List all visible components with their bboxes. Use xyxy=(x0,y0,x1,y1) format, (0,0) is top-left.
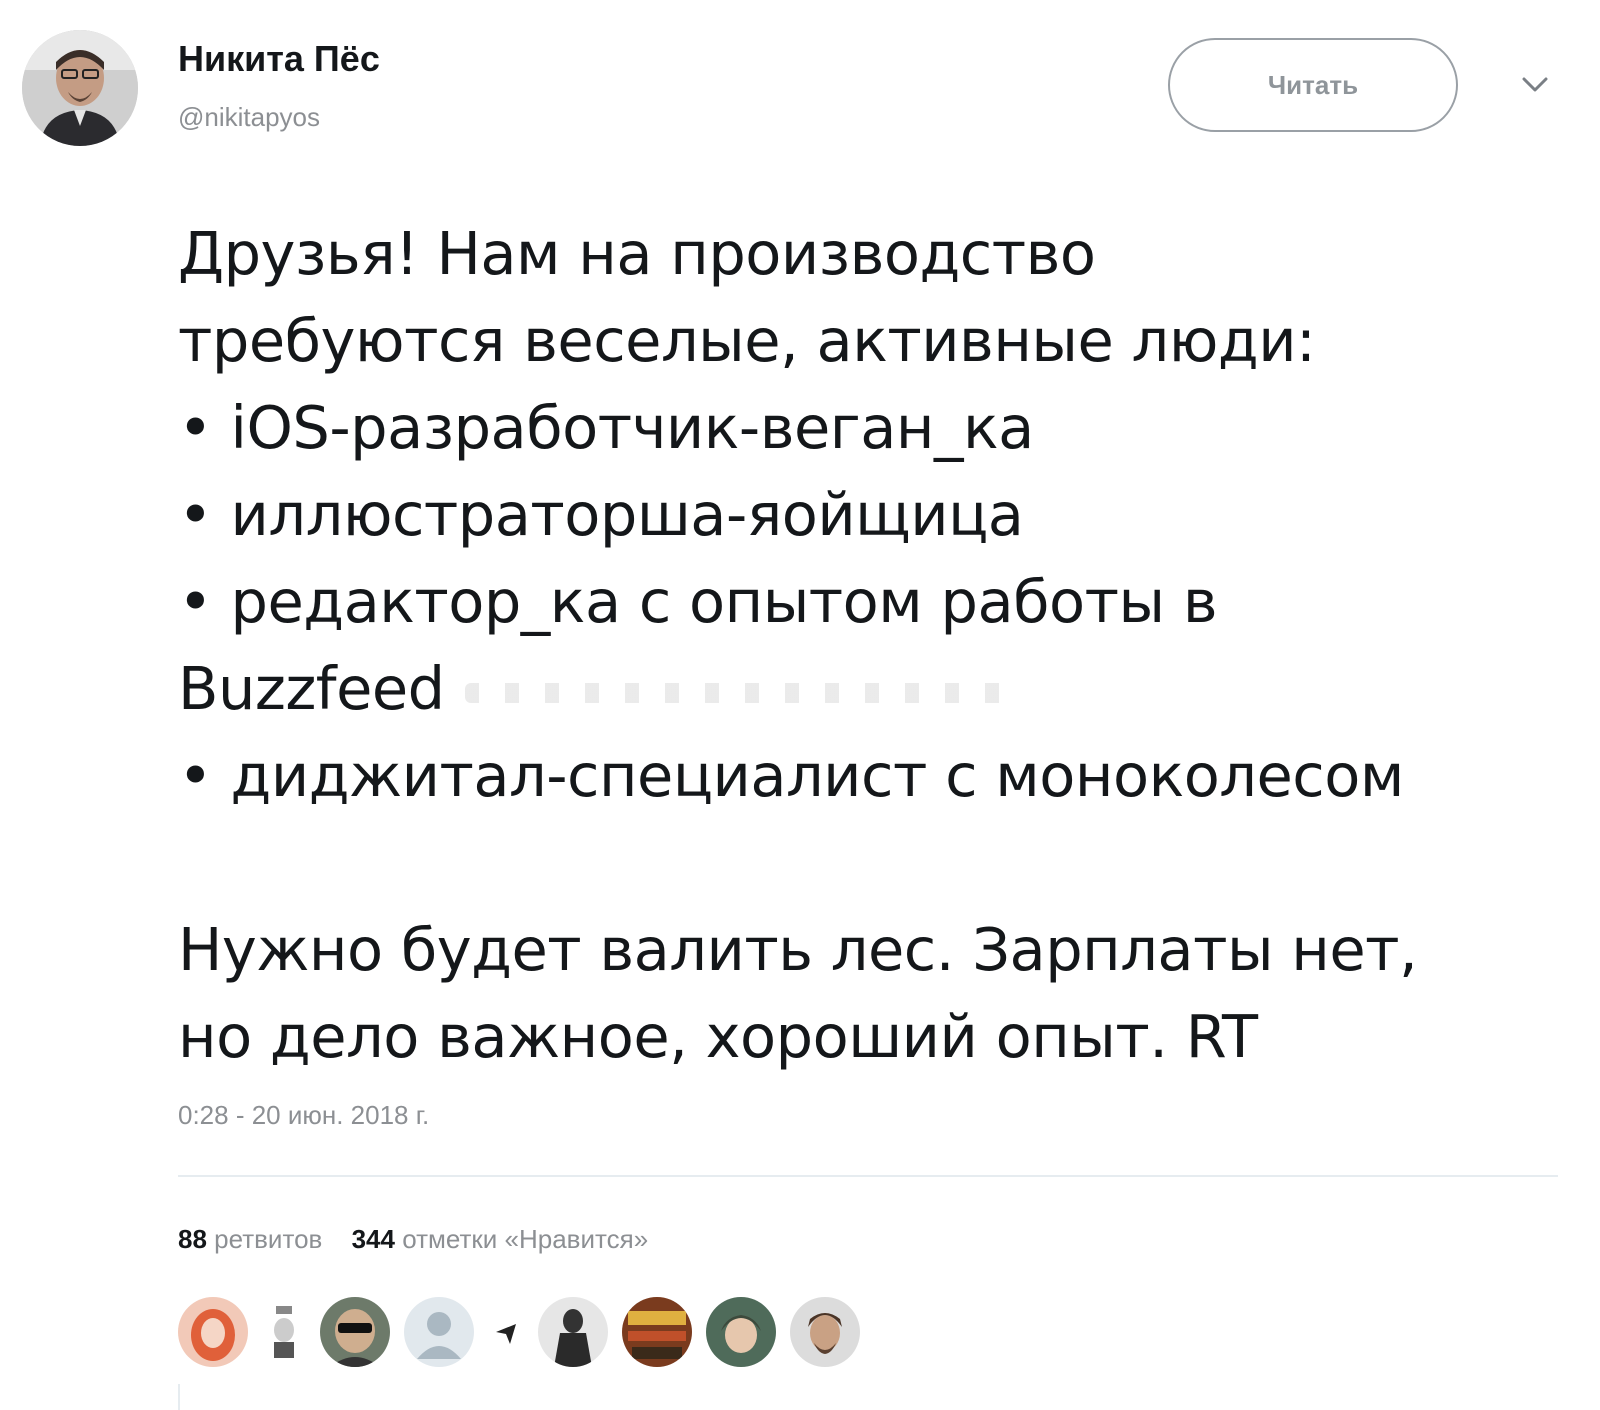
liker-avatar[interactable] xyxy=(262,1302,306,1362)
retweets-label: ретвитов xyxy=(214,1224,323,1254)
tweet-line: но дело важное, хороший опыт. RT xyxy=(178,1002,1258,1071)
tweet-stats: 88 ретвитов 344 отметки «Нравится» xyxy=(178,1224,670,1255)
likes-label: отметки «Нравится» xyxy=(402,1224,649,1254)
tweet-line: требуются веселые, активные люди: xyxy=(178,306,1316,375)
liker-avatar[interactable] xyxy=(178,1297,248,1367)
tweet-line-text: Buzzfeed xyxy=(178,654,445,723)
liker-avatar[interactable] xyxy=(488,1314,524,1350)
tweet-line-buzzfeed: Buzzfeed xyxy=(178,645,1578,732)
author-display-name[interactable]: Никита Пёс xyxy=(178,38,380,80)
liker-avatar[interactable] xyxy=(404,1297,474,1367)
tweet-line: • iOS-разработчик-веган_ка xyxy=(178,393,1034,462)
likes-count: 344 xyxy=(351,1224,395,1254)
tweet-line: • редактор_ка с опытом работы в xyxy=(178,567,1218,636)
divider xyxy=(178,1384,180,1410)
tweet-line: Нужно будет валить лес. Зарплаты нет, xyxy=(178,915,1418,984)
liker-avatars xyxy=(178,1290,860,1374)
tweet-line: Друзья! Нам на производство xyxy=(178,219,1096,288)
divider xyxy=(178,1175,1558,1177)
retweets-stat[interactable]: 88 ретвитов xyxy=(178,1224,322,1254)
tweet-line: • иллюстраторша-яойщица xyxy=(178,480,1024,549)
liker-avatar[interactable] xyxy=(790,1297,860,1367)
follow-button[interactable]: Читать xyxy=(1168,38,1458,132)
author-handle[interactable]: @nikitapyos xyxy=(178,102,320,133)
tweet-text: Друзья! Нам на производство требуются ве… xyxy=(178,210,1578,1080)
author-avatar[interactable] xyxy=(22,30,138,146)
retweets-count: 88 xyxy=(178,1224,207,1254)
author-photo xyxy=(22,30,138,146)
faded-artifact xyxy=(464,682,1025,703)
liker-avatar[interactable] xyxy=(706,1297,776,1367)
liker-avatar[interactable] xyxy=(320,1297,390,1367)
tweet-line: • диджитал-специалист с моноколесом xyxy=(178,741,1404,810)
tweet-timestamp[interactable]: 0:28 - 20 июн. 2018 г. xyxy=(178,1100,429,1131)
liker-avatar[interactable] xyxy=(622,1297,692,1367)
liker-avatar[interactable] xyxy=(538,1297,608,1367)
chevron-down-icon[interactable] xyxy=(1520,72,1550,96)
likes-stat[interactable]: 344 отметки «Нравится» xyxy=(352,1224,649,1254)
